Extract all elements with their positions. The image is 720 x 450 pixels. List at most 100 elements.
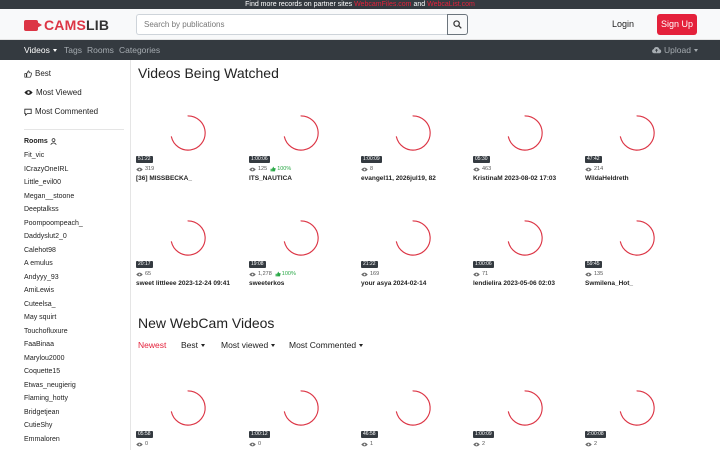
- filter-newest[interactable]: Newest: [138, 340, 166, 350]
- sidebar-room-link[interactable]: Emmaloren: [24, 436, 60, 443]
- eye-icon: [473, 442, 480, 446]
- sidebar-room-link[interactable]: Little_evil00: [24, 179, 61, 186]
- sidebar-room-link[interactable]: Flaming_hotty: [24, 395, 68, 402]
- video-thumbnail[interactable]: 21:22: [361, 208, 463, 270]
- sidebar-room-link[interactable]: Coquette15: [24, 368, 60, 375]
- video-thumbnail[interactable]: 05:58: [136, 378, 238, 440]
- video-title[interactable]: WildaHeldreth: [585, 175, 629, 182]
- login-link[interactable]: Login: [612, 19, 634, 29]
- video-thumbnail[interactable]: 51:22: [136, 103, 238, 165]
- sidebar-room-link[interactable]: A emulus: [24, 260, 53, 267]
- sidebar-room-link[interactable]: Bridgetjean: [24, 409, 59, 416]
- view-count: 125: [258, 166, 268, 172]
- video-thumbnail[interactable]: 1:00:09: [361, 103, 463, 165]
- video-meta: 2: [585, 441, 597, 447]
- video-duration: 51:22: [136, 156, 153, 163]
- cloud-upload-icon: [652, 46, 662, 54]
- loading-spinner-icon: [170, 220, 206, 256]
- sidebar-room-link[interactable]: CutieShy: [24, 422, 52, 429]
- rating-badge: 100%: [275, 271, 296, 277]
- search-input[interactable]: [136, 14, 447, 35]
- view-count: 2: [482, 441, 486, 447]
- thumbs-up-icon: [270, 166, 276, 172]
- eye-icon: [473, 272, 480, 276]
- sidebar-room-link[interactable]: ICrazyOneIRL: [24, 166, 68, 173]
- video-thumbnail[interactable]: 1:00:06: [473, 208, 575, 270]
- filter-best[interactable]: Best: [181, 340, 206, 350]
- loading-spinner-icon: [619, 390, 655, 426]
- video-title[interactable]: Swmilena_Hot_: [585, 280, 633, 287]
- loading-spinner-icon: [170, 115, 206, 151]
- sidebar-room-link[interactable]: Calehot98: [24, 247, 56, 254]
- view-count: 214: [594, 166, 604, 172]
- video-thumbnail[interactable]: 46:58: [361, 378, 463, 440]
- video-title[interactable]: sweet littleee 2023-12-24 09:41: [136, 280, 230, 287]
- main-nav: Videos Tags Rooms Categories Upload: [0, 40, 720, 60]
- video-meta: 214: [585, 166, 603, 172]
- video-title[interactable]: your asya 2024-02-14: [361, 280, 426, 287]
- search-button[interactable]: [447, 14, 468, 35]
- view-count: 2: [594, 441, 598, 447]
- loading-spinner-icon: [283, 220, 319, 256]
- filter-most-commented[interactable]: Most Commented: [289, 340, 364, 350]
- section-title-watched: Videos Being Watched: [138, 65, 279, 81]
- video-thumbnail[interactable]: 05:30: [473, 103, 575, 165]
- sidebar-room-link[interactable]: FaaBinaa: [24, 341, 54, 348]
- video-title[interactable]: [36] MISSBECKA_: [136, 175, 192, 182]
- video-thumbnail[interactable]: 2:00:08: [585, 378, 687, 440]
- video-title[interactable]: evangel11, 2026jul19, 82: [361, 175, 436, 182]
- loading-spinner-icon: [395, 115, 431, 151]
- logo-text: CAMSLIB: [44, 17, 110, 33]
- video-thumbnail[interactable]: 1:00:09: [473, 378, 575, 440]
- partner-link-webcamfiles[interactable]: WebcamFiles.com: [354, 1, 411, 8]
- view-count: 1: [370, 441, 374, 447]
- nav-videos[interactable]: Videos: [24, 45, 57, 55]
- banner-and: and: [413, 1, 426, 8]
- video-title[interactable]: ITS_NAUTICA: [249, 175, 292, 182]
- sidebar-room-link[interactable]: Megan__stoone: [24, 193, 74, 200]
- sidebar-room-link[interactable]: Etwas_neugierig: [24, 382, 76, 389]
- upload-menu[interactable]: Upload: [651, 45, 698, 55]
- video-title[interactable]: KristinaM 2023-08-02 17:03: [473, 175, 556, 182]
- video-thumbnail[interactable]: 47:42: [585, 103, 687, 165]
- video-title[interactable]: lendielira 2023-05-06 02:03: [473, 280, 555, 287]
- site-logo[interactable]: CAMSLIB: [24, 17, 109, 33]
- eye-icon: [249, 442, 256, 446]
- nav-rooms[interactable]: Rooms: [87, 45, 114, 55]
- video-duration: 59:45: [585, 261, 602, 268]
- sidebar-room-link[interactable]: Poompoompeach_: [24, 220, 83, 227]
- video-thumbnail[interactable]: 1:00:06: [249, 103, 351, 165]
- site-header: CAMSLIB Login Sign Up: [0, 9, 720, 40]
- loading-spinner-icon: [619, 220, 655, 256]
- eye-icon: [361, 167, 368, 171]
- sidebar-room-link[interactable]: Fit_vic: [24, 152, 44, 159]
- eye-icon: [249, 272, 256, 276]
- sidebar-link-most-commented[interactable]: Most Commented: [24, 107, 98, 116]
- video-thumbnail[interactable]: 1:00:12: [249, 378, 351, 440]
- video-title[interactable]: sweeterkos: [249, 280, 284, 287]
- nav-tags[interactable]: Tags: [64, 45, 82, 55]
- video-thumbnail[interactable]: 59:45: [585, 208, 687, 270]
- sidebar-room-link[interactable]: Marylou2000: [24, 355, 64, 362]
- sidebar-link-most-viewed[interactable]: Most Viewed: [24, 88, 82, 97]
- partner-link-webcalist[interactable]: WebcaList.com: [427, 1, 475, 8]
- sidebar-room-link[interactable]: May squirt: [24, 314, 56, 321]
- signup-button[interactable]: Sign Up: [657, 14, 697, 35]
- eye-icon: [24, 90, 33, 95]
- loading-spinner-icon: [507, 220, 543, 256]
- sidebar-room-link[interactable]: Cuteelsa_: [24, 301, 56, 308]
- sidebar-link-best[interactable]: Best: [24, 69, 51, 78]
- sidebar-room-link[interactable]: Deeptalkss: [24, 206, 59, 213]
- sidebar-room-link[interactable]: Andyyy_93: [24, 274, 59, 281]
- camera-icon: [24, 19, 42, 31]
- sidebar-room-link[interactable]: Touchofluxure: [24, 328, 68, 335]
- nav-categories[interactable]: Categories: [119, 45, 160, 55]
- filter-most-viewed[interactable]: Most viewed: [221, 340, 276, 350]
- banner-text: Find more records on partner sites: [245, 1, 353, 8]
- sidebar-room-link[interactable]: AmiLewis: [24, 287, 54, 294]
- video-duration: 1:00:06: [249, 156, 270, 163]
- video-thumbnail[interactable]: 19:08: [249, 208, 351, 270]
- sidebar-room-link[interactable]: Daddyslut2_0: [24, 233, 67, 240]
- eye-icon: [585, 442, 592, 446]
- video-thumbnail[interactable]: 20:17: [136, 208, 238, 270]
